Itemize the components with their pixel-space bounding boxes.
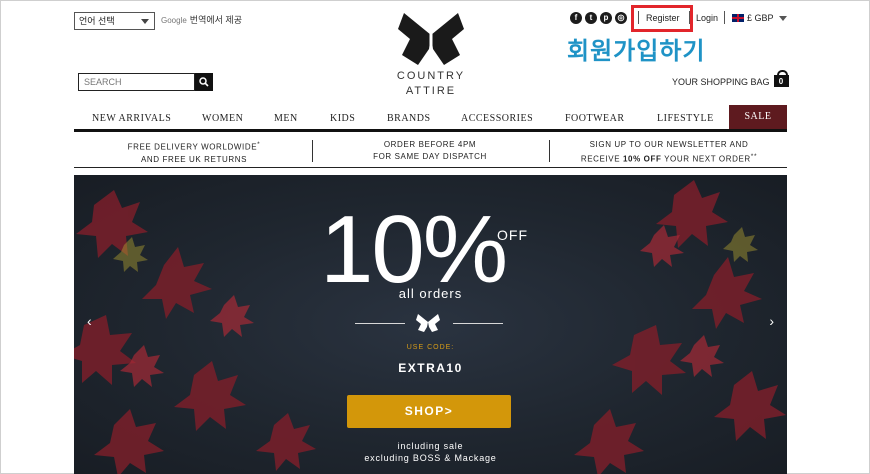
shopping-bag-label: YOUR SHOPPING BAG (672, 77, 770, 87)
hero-note-2: excluding BOSS & Mackage (364, 453, 497, 463)
page: 언어 선택 Google 번역에서 제공 COUNTRY ATTIRE f t p… (0, 0, 870, 474)
currency-selector[interactable]: £ GBP (732, 13, 787, 23)
hero-percent-wrap: 10% (320, 195, 508, 303)
info-strip: FREE DELIVERY WORLDWIDE* AND FREE UK RET… (74, 136, 787, 168)
info-newsletter[interactable]: SIGN UP TO OUR NEWSLETTER AND RECEIVE 10… (569, 139, 769, 166)
info-delivery-line1: FREE DELIVERY WORLDWIDE (127, 142, 258, 152)
search-input[interactable]: SEARCH (78, 73, 195, 91)
info-dispatch: ORDER BEFORE 4PM FOR SAME DAY DISPATCH (360, 139, 500, 163)
pinterest-icon[interactable]: p (600, 12, 612, 24)
translate-text: 번역에서 제공 (189, 15, 242, 25)
shopping-bag-icon: 0 (773, 70, 789, 87)
divider (724, 11, 725, 24)
language-select-value: 언어 선택 (79, 16, 115, 26)
brand-logo[interactable]: COUNTRY ATTIRE (391, 9, 471, 99)
login-link[interactable]: Login (696, 13, 718, 23)
butterfly-logo-icon (398, 13, 464, 65)
search-icon (199, 77, 209, 87)
main-nav: NEW ARRIVALS WOMEN MEN KIDS BRANDS ACCES… (74, 105, 787, 132)
instagram-icon[interactable]: ◎ (615, 12, 627, 24)
nav-item-lifestyle[interactable]: LIFESTYLE (657, 113, 714, 124)
info-dispatch-line2: FOR SAME DAY DISPATCH (373, 152, 487, 161)
brand-name-line2: ATTIRE (405, 85, 457, 97)
carousel-prev-icon[interactable]: ‹ (87, 313, 92, 329)
nav-item-kids[interactable]: KIDS (330, 113, 355, 124)
divider (549, 140, 550, 162)
shopping-bag-link[interactable]: YOUR SHOPPING BAG 0 (672, 70, 789, 87)
hero-note-1: including sale (397, 441, 464, 451)
info-newsletter-suffix: YOUR NEXT ORDER (661, 154, 751, 164)
use-code-label: USE CODE: (406, 344, 455, 351)
divider (355, 323, 405, 324)
language-select[interactable]: 언어 선택 (74, 12, 155, 30)
butterfly-icon (416, 314, 440, 332)
nav-item-accessories[interactable]: ACCESSORIES (461, 113, 533, 124)
nav-item-footwear[interactable]: FOOTWEAR (565, 113, 625, 124)
promo-code: EXTRA10 (398, 361, 463, 375)
nav-item-new-arrivals[interactable]: NEW ARRIVALS (92, 113, 171, 124)
facebook-icon[interactable]: f (570, 12, 582, 24)
social-links: f t p ◎ (570, 12, 627, 24)
nav-item-sale[interactable]: SALE (729, 105, 787, 129)
bag-count: 0 (778, 77, 784, 86)
register-highlight-box (631, 5, 693, 32)
divider (453, 323, 503, 324)
google-translate-credit[interactable]: Google 번역에서 제공 (161, 13, 242, 26)
hero-subtitle: all orders (398, 286, 463, 301)
twitter-icon[interactable]: t (585, 12, 597, 24)
carousel-next-icon[interactable]: › (769, 313, 774, 329)
uk-flag-icon (732, 14, 744, 22)
search-button[interactable] (195, 73, 213, 91)
nav-item-brands[interactable]: BRANDS (387, 113, 431, 124)
search-bar: SEARCH (78, 73, 213, 91)
chevron-down-icon (141, 19, 149, 24)
hero-off-label: OFF (497, 227, 528, 243)
brand-name-line1: COUNTRY (396, 70, 466, 82)
nav-item-women[interactable]: WOMEN (202, 113, 243, 124)
info-newsletter-prefix: RECEIVE (580, 154, 623, 164)
shop-button[interactable]: SHOP> (347, 395, 511, 428)
divider (312, 140, 313, 162)
google-label: Google (161, 16, 187, 25)
chevron-down-icon (778, 15, 787, 21)
info-newsletter-line1: SIGN UP TO OUR NEWSLETTER AND (589, 140, 749, 149)
info-delivery: FREE DELIVERY WORLDWIDE* AND FREE UK RET… (114, 139, 274, 166)
info-newsletter-bold: 10% OFF (623, 154, 662, 164)
nav-item-men[interactable]: MEN (274, 113, 298, 124)
info-dispatch-line1: ORDER BEFORE 4PM (383, 140, 477, 149)
annotation-text: 회원가입하기 (567, 38, 706, 65)
info-delivery-mark: * (257, 141, 261, 148)
hero-banner[interactable]: 10% OFF all orders USE CODE: EXTRA10 SHO… (74, 175, 787, 474)
currency-label: £ GBP (747, 13, 774, 23)
info-newsletter-mark: ** (750, 153, 758, 160)
info-delivery-line2: AND FREE UK RETURNS (140, 154, 248, 164)
